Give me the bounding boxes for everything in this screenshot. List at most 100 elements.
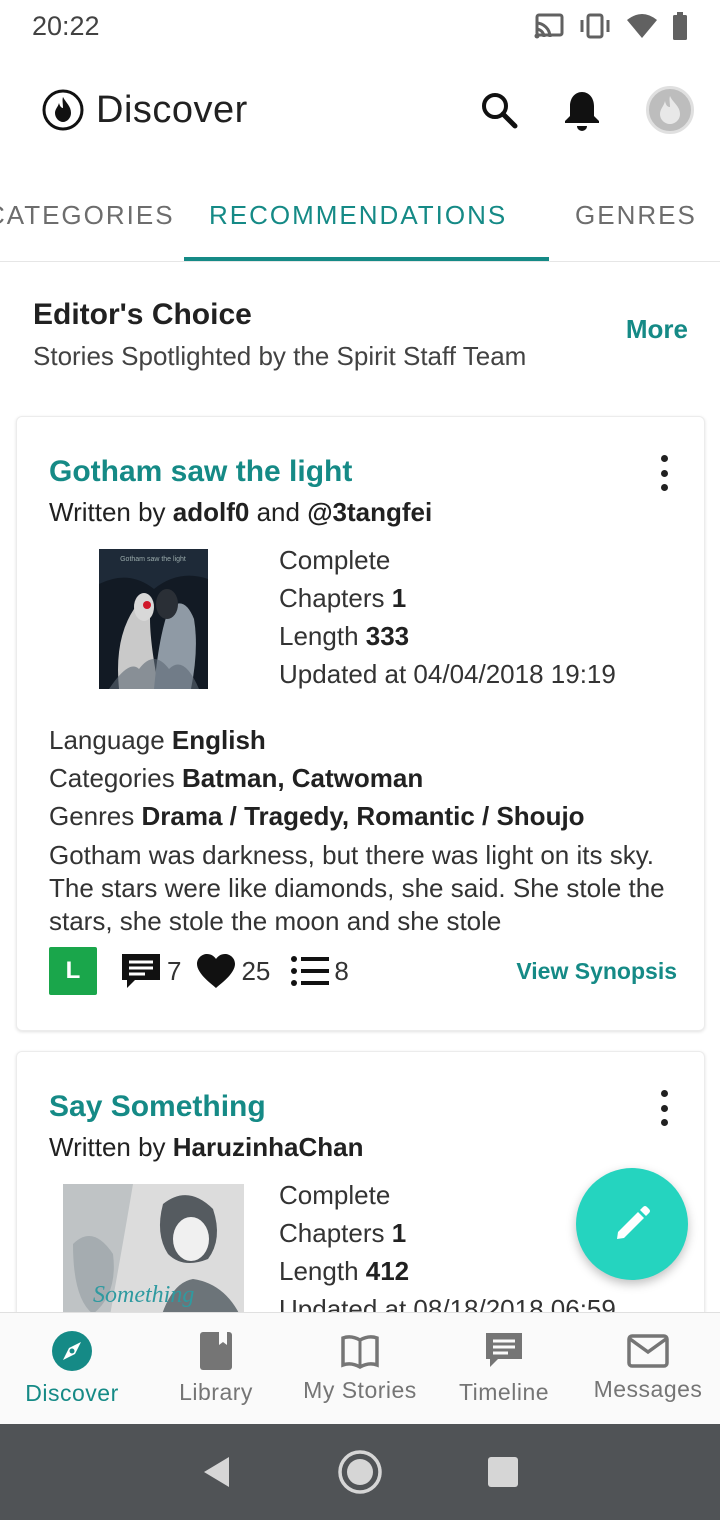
more-options-icon[interactable] (654, 1090, 674, 1126)
nav-timeline[interactable]: Timeline (432, 1313, 576, 1424)
story-status: Complete (279, 1180, 391, 1210)
tab-bar: CATEGORIES RECOMMENDATIONS GENRES (0, 170, 720, 262)
back-icon[interactable] (201, 1455, 233, 1489)
story-meta: Complete Chapters 1 Length 333 Updated a… (279, 541, 616, 693)
tab-categories[interactable]: CATEGORIES (0, 170, 175, 260)
likes-stat[interactable]: 25 (195, 952, 270, 990)
tab-recommendations[interactable]: RECOMMENDATIONS (209, 170, 507, 260)
nav-library[interactable]: Library (144, 1313, 288, 1424)
language-value: English (171, 725, 266, 755)
length-value: 333 (365, 621, 410, 651)
nav-library-label: Library (179, 1379, 253, 1405)
nav-discover[interactable]: Discover (0, 1313, 144, 1424)
story-status: Complete (279, 545, 391, 575)
more-options-icon[interactable] (654, 455, 674, 491)
status-icons (534, 12, 688, 40)
system-nav-bar (0, 1424, 720, 1520)
updated-line: Updated at 04/04/2018 19:19 (279, 659, 616, 689)
comments-stat[interactable]: 7 (119, 951, 181, 991)
categories-value[interactable]: Batman, Catwoman (182, 763, 423, 793)
avatar-flame-icon (660, 96, 680, 124)
nav-messages-label: Messages (593, 1376, 703, 1402)
chapters-line: Chapters 1 (279, 1214, 616, 1252)
nav-discover-label: Discover (25, 1380, 119, 1406)
book-icon (200, 1332, 232, 1370)
nav-my-stories[interactable]: My Stories (288, 1313, 432, 1424)
written-by-label: Written by (49, 1132, 173, 1162)
chapters-label: Chapters (279, 1218, 392, 1248)
author-join: and (249, 497, 308, 527)
app-actions (480, 86, 694, 134)
write-story-fab[interactable] (576, 1168, 688, 1280)
tab-genres[interactable]: GENRES (575, 170, 697, 260)
compass-icon (52, 1331, 92, 1371)
genres-line: Genres Drama / Tragedy, Romantic / Shouj… (49, 801, 585, 832)
cover-text: Something (93, 1282, 194, 1308)
status-bar: 20:22 (0, 0, 720, 52)
author-name[interactable]: adolf0 (173, 497, 250, 527)
cover-text: Gotham saw the light (120, 556, 186, 563)
notifications-bell-icon[interactable] (562, 89, 602, 131)
list-icon (291, 956, 330, 986)
feed-icon (486, 1333, 522, 1367)
likes-count: 25 (241, 955, 271, 986)
section-subtitle: Stories Spotlighted by the Spirit Staff … (33, 341, 527, 371)
story-synopsis: Gotham was darkness, but there was light… (49, 840, 665, 935)
view-synopsis-button[interactable]: View Synopsis (516, 958, 677, 985)
envelope-icon (627, 1334, 669, 1368)
section-title: Editor's Choice (33, 298, 252, 331)
chapters-line: Chapters 1 (279, 579, 616, 617)
avatar[interactable] (646, 86, 694, 134)
spirit-logo-icon (42, 89, 84, 131)
genres-label: Genres (49, 801, 142, 831)
comment-icon (122, 954, 160, 988)
story-authors: Written by HaruzinhaChan (49, 1132, 363, 1163)
more-button[interactable]: More (626, 314, 688, 345)
rating-badge: L (49, 947, 97, 995)
story-card[interactable]: Gotham saw the light Written by adolf0 a… (16, 416, 705, 1031)
written-by-label: Written by (49, 497, 173, 527)
nav-messages[interactable]: Messages (576, 1313, 720, 1424)
length-line: Length 333 (279, 617, 616, 655)
page-title: Discover (96, 88, 248, 131)
story-title[interactable]: Say Something (49, 1090, 266, 1124)
length-label: Length (279, 621, 366, 651)
heart-icon (197, 954, 236, 988)
chapters-label: Chapters (279, 583, 392, 613)
coauthor-name[interactable]: @3tangfei (307, 497, 432, 527)
open-book-icon (341, 1335, 379, 1369)
app-bar: Discover (0, 62, 720, 158)
story-cover[interactable]: Gotham saw the light (99, 549, 208, 689)
author-name[interactable]: HaruzinhaChan (173, 1132, 364, 1162)
cover-art-image: Gotham saw the light (99, 549, 208, 689)
story-authors: Written by adolf0 and @3tangfei (49, 497, 432, 528)
nav-timeline-label: Timeline (458, 1379, 550, 1405)
length-line: Length 412 (279, 1252, 616, 1290)
categories-label: Categories (49, 763, 182, 793)
genres-value[interactable]: Drama / Tragedy, Romantic / Shoujo (142, 801, 585, 831)
story-stats: L 7 25 8 View Synopsis (49, 947, 677, 995)
nav-my-stories-label: My Stories (303, 1377, 417, 1403)
categories-line: Categories Batman, Catwoman (49, 763, 423, 794)
chapters-count: 8 (334, 955, 349, 986)
story-meta: Complete Chapters 1 Length 412 Updated a… (279, 1176, 616, 1328)
chapters-stat[interactable]: 8 (290, 954, 349, 988)
home-icon[interactable] (337, 1449, 383, 1495)
bottom-nav: Discover Library My Stories Timeline Mes… (0, 1312, 720, 1424)
recents-icon[interactable] (487, 1456, 519, 1488)
language-line: Language English (49, 725, 266, 756)
vibrate-icon (580, 13, 610, 39)
battery-icon (673, 12, 687, 40)
chapters-value: 1 (391, 583, 407, 613)
comments-count: 7 (167, 955, 182, 986)
search-icon[interactable] (480, 91, 518, 129)
language-label: Language (49, 725, 172, 755)
length-value: 412 (365, 1256, 410, 1286)
length-label: Length (279, 1256, 366, 1286)
chapters-value: 1 (391, 1218, 407, 1248)
wifi-icon (627, 14, 657, 38)
pencil-icon (617, 1206, 650, 1239)
cast-icon (534, 13, 564, 39)
story-title[interactable]: Gotham saw the light (49, 455, 352, 489)
status-time: 20:22 (32, 10, 100, 41)
